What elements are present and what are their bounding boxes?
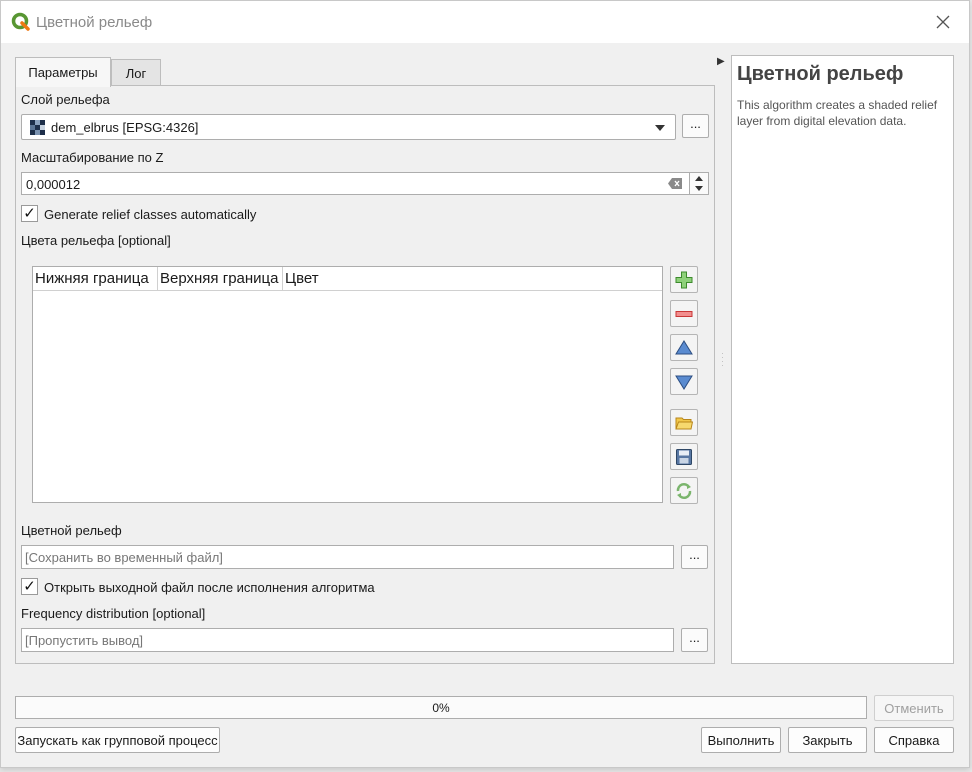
freq-dist-browse-button[interactable]: ... — [681, 628, 708, 652]
refresh-icon — [676, 483, 692, 499]
arrow-down-icon[interactable] — [695, 186, 703, 191]
move-down-button[interactable] — [670, 368, 698, 395]
collapse-arrow-icon[interactable]: ▶ — [717, 56, 725, 67]
column-header-lower[interactable]: Нижняя граница — [33, 267, 158, 291]
relief-colors-label: Цвета рельефа [optional] — [21, 233, 171, 248]
run-button[interactable]: Выполнить — [701, 727, 781, 753]
move-up-icon — [675, 340, 693, 355]
output-browse-button[interactable]: ... — [681, 545, 708, 569]
z-scale-input[interactable]: 0,000012 — [21, 172, 690, 195]
open-output-label: Открыть выходной файл после исполнения а… — [44, 580, 375, 595]
remove-row-button[interactable] — [670, 300, 698, 327]
column-header-upper[interactable]: Верхняя граница — [158, 267, 283, 291]
freq-dist-placeholder: [Пропустить вывод] — [25, 633, 144, 648]
dialog-window: Цветной рельеф Параметры Лог ▶ · · · · Слой… — [0, 0, 970, 768]
cancel-button[interactable]: Отменить — [874, 695, 954, 721]
load-button[interactable] — [670, 409, 698, 436]
window-title: Цветной рельеф — [36, 14, 153, 31]
move-down-icon — [675, 375, 693, 390]
close-button[interactable]: Закрыть — [788, 727, 867, 753]
add-row-button[interactable] — [670, 266, 698, 293]
relief-layer-label: Слой рельефа — [21, 92, 110, 107]
relief-layer-combo[interactable]: dem_elbrus [EPSG:4326] — [21, 114, 676, 140]
open-output-checkbox[interactable]: ✓ — [21, 578, 38, 595]
relief-colors-table[interactable]: Нижняя граница Верхняя граница Цвет — [32, 266, 663, 503]
add-icon — [675, 271, 693, 289]
freq-dist-field[interactable]: [Пропустить вывод] — [21, 628, 674, 652]
batch-process-button[interactable]: Запускать как групповой процесс — [15, 727, 220, 753]
folder-open-icon — [675, 417, 693, 430]
refresh-button[interactable] — [670, 477, 698, 504]
splitter-handle[interactable]: · · · · — [721, 349, 724, 370]
auto-classes-label: Generate relief classes automatically — [44, 207, 257, 222]
tab-log[interactable]: Лог — [111, 59, 161, 86]
qgis-logo-icon — [11, 12, 30, 31]
raster-layer-icon — [30, 120, 45, 135]
title-bar: Цветной рельеф — [1, 1, 969, 43]
arrow-up-icon[interactable] — [695, 176, 703, 181]
z-scale-spinner[interactable] — [689, 172, 709, 195]
chevron-down-icon — [655, 125, 665, 131]
remove-icon — [675, 311, 693, 317]
save-button[interactable] — [670, 443, 698, 470]
relief-layer-value: dem_elbrus [EPSG:4326] — [51, 120, 199, 135]
clear-icon[interactable] — [668, 178, 682, 189]
move-up-button[interactable] — [670, 334, 698, 361]
z-scale-value: 0,000012 — [26, 177, 81, 192]
relief-layer-browse-button[interactable]: ... — [682, 114, 709, 138]
progress-text: 0% — [432, 701, 450, 715]
help-title: Цветной рельеф — [737, 63, 904, 85]
progress-bar: 0% — [15, 696, 867, 719]
z-scale-label: Масштабирование по Z — [21, 150, 164, 165]
help-panel: Цветной рельеф This algorithm creates a … — [731, 55, 954, 664]
freq-dist-label: Frequency distribution [optional] — [21, 606, 206, 621]
output-label: Цветной рельеф — [21, 523, 122, 538]
help-description: This algorithm creates a shaded relief l… — [737, 98, 938, 128]
help-button[interactable]: Справка — [874, 727, 954, 753]
tab-parameters[interactable]: Параметры — [15, 57, 111, 87]
output-placeholder: [Сохранить во временный файл] — [25, 550, 223, 565]
output-field[interactable]: [Сохранить во временный файл] — [21, 545, 674, 569]
save-icon — [676, 449, 692, 465]
table-header: Нижняя граница Верхняя граница Цвет — [33, 267, 662, 291]
auto-classes-checkbox[interactable]: ✓ — [21, 205, 38, 222]
close-icon[interactable] — [935, 14, 951, 30]
column-header-color[interactable]: Цвет — [283, 267, 343, 291]
